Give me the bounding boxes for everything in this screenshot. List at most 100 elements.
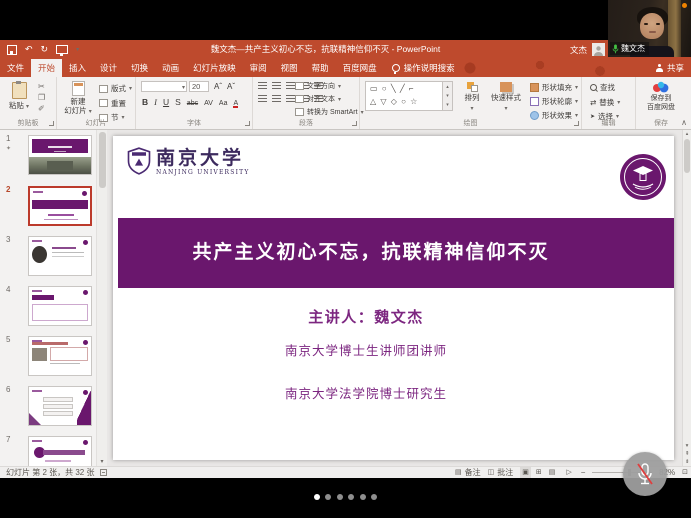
- slide-thumbnail-6[interactable]: [28, 386, 92, 426]
- slide-scrollbar-thumb[interactable]: [684, 139, 690, 173]
- tab-slideshow[interactable]: 幻灯片放映: [186, 59, 243, 77]
- page-dot[interactable]: [337, 494, 343, 500]
- slideshow-view-icon[interactable]: ▷: [564, 467, 573, 478]
- previous-slide-icon[interactable]: ⇞: [685, 451, 690, 457]
- webcam-video[interactable]: 魏文杰: [608, 0, 691, 57]
- clipboard-dialog-launcher-icon[interactable]: [49, 121, 54, 126]
- slide-thumbnail-1[interactable]: [28, 135, 92, 175]
- thumbnail-scrollbar-thumb[interactable]: [99, 132, 106, 188]
- copy-icon[interactable]: ❐: [38, 94, 45, 102]
- next-slide-icon[interactable]: ⇟: [685, 459, 690, 465]
- slide-affiliation-1[interactable]: 南京大学博士生讲师团讲师: [113, 340, 619, 359]
- font-name-combobox[interactable]: ▾: [141, 81, 187, 92]
- shapes-more-icon[interactable]: ▾: [446, 102, 449, 108]
- tab-review[interactable]: 审阅: [243, 59, 274, 77]
- tab-home[interactable]: 开始: [31, 59, 62, 77]
- tab-baidu-netdisk[interactable]: 百度网盘: [336, 59, 384, 77]
- font-size-combobox[interactable]: 20: [189, 81, 209, 92]
- thumbnail-scrollbar[interactable]: ▾: [96, 130, 107, 466]
- strikethrough-button[interactable]: abc: [187, 100, 198, 107]
- tab-transitions[interactable]: 切换: [124, 59, 155, 77]
- slide-sorter-view-icon[interactable]: ⊞: [534, 467, 544, 478]
- quick-styles-button[interactable]: 快速样式 ▾: [488, 82, 524, 114]
- shrink-font-button[interactable]: Aˇ: [227, 82, 235, 91]
- format-painter-icon[interactable]: ✐: [38, 105, 45, 113]
- tab-file[interactable]: 文件: [0, 59, 31, 77]
- replace-button[interactable]: ⇄替换▾: [590, 97, 620, 108]
- font-dialog-launcher-icon[interactable]: [245, 121, 250, 126]
- numbering-icon[interactable]: [272, 82, 281, 89]
- align-text-button[interactable]: 对齐文本▾: [295, 94, 364, 104]
- page-dot[interactable]: [360, 494, 366, 500]
- zoom-out-icon[interactable]: −: [581, 467, 586, 478]
- find-button[interactable]: 查找: [590, 82, 620, 93]
- tab-design[interactable]: 设计: [93, 59, 124, 77]
- meeting-mic-muted-button[interactable]: [623, 452, 667, 496]
- align-right-icon[interactable]: [286, 95, 295, 102]
- scroll-up-icon[interactable]: ▴: [683, 131, 691, 137]
- slide-scrollbar[interactable]: ▴ ▾ ⇞ ⇟: [682, 130, 691, 466]
- redo-icon[interactable]: ↻: [41, 40, 49, 59]
- comments-button[interactable]: ◫批注: [488, 467, 514, 478]
- drawing-dialog-launcher-icon[interactable]: [574, 121, 579, 126]
- account-avatar[interactable]: [592, 43, 605, 56]
- slide-thumbnail-5[interactable]: [28, 336, 92, 376]
- shapes-gallery-scrollbar[interactable]: ▴ ▾ ▾: [442, 82, 452, 110]
- bullets-icon[interactable]: [258, 82, 267, 89]
- align-center-icon[interactable]: [272, 95, 281, 102]
- slide-title[interactable]: 共产主义初心不忘，抗联精神信仰不灭: [118, 218, 624, 288]
- decrease-indent-icon[interactable]: [286, 82, 295, 89]
- fit-to-window-icon[interactable]: ⊡: [682, 467, 688, 478]
- account-name[interactable]: 文杰: [570, 44, 587, 56]
- shapes-gallery[interactable]: ▭ ○ ╲ ╱ ⌐ △ ▽ ◇ ○ ☆ ▴ ▾ ▾: [365, 81, 453, 111]
- slide-thumbnail-2-selected[interactable]: [28, 186, 92, 226]
- layout-button[interactable]: 版式▾: [99, 83, 132, 94]
- thumbnail-scroll-down-icon[interactable]: ▾: [97, 458, 107, 465]
- arrange-button[interactable]: 排列 ▾: [459, 82, 485, 114]
- shape-fill-button[interactable]: 形状填充▾: [530, 82, 578, 93]
- smartart-button[interactable]: 转换为 SmartArt▾: [295, 107, 364, 117]
- text-shadow-button[interactable]: S: [175, 97, 181, 107]
- page-dot-active[interactable]: [314, 494, 320, 500]
- paste-dropdown-icon[interactable]: ▾: [26, 104, 29, 110]
- notes-button[interactable]: ▤备注: [455, 467, 481, 478]
- slide-presenter[interactable]: 主讲人：魏文杰: [113, 306, 619, 327]
- italic-button[interactable]: I: [154, 97, 157, 107]
- tell-me-search[interactable]: 操作说明搜索: [392, 59, 455, 77]
- page-dot[interactable]: [348, 494, 354, 500]
- shape-outline-button[interactable]: 形状轮廓▾: [530, 96, 578, 107]
- save-to-baidu-button[interactable]: 保存到 百度网盘: [636, 81, 686, 112]
- tab-help[interactable]: 帮助: [305, 59, 336, 77]
- proofing-status-icon[interactable]: [100, 469, 107, 476]
- shapes-scroll-up-icon[interactable]: ▴: [446, 84, 449, 90]
- slide-thumbnail-7[interactable]: [28, 436, 92, 466]
- collapse-ribbon-icon[interactable]: ∧: [681, 118, 687, 127]
- slide-canvas[interactable]: 南京大学 NANJING UNIVERSITY 共产主义初心不忘，抗联精神信仰不…: [113, 136, 674, 460]
- share-button[interactable]: 共享: [656, 59, 684, 77]
- align-left-icon[interactable]: [258, 95, 267, 102]
- page-dot[interactable]: [371, 494, 377, 500]
- new-slide-button[interactable]: 新建 幻灯片 ▾: [61, 81, 95, 117]
- start-slideshow-icon[interactable]: [56, 45, 68, 54]
- slide-title-banner[interactable]: 共产主义初心不忘，抗联精神信仰不灭: [118, 218, 674, 288]
- paste-button[interactable]: 粘贴 ▾: [5, 82, 33, 111]
- shapes-scroll-down-icon[interactable]: ▾: [446, 93, 449, 99]
- tab-animations[interactable]: 动画: [155, 59, 186, 77]
- paragraph-dialog-launcher-icon[interactable]: [352, 121, 357, 126]
- bold-button[interactable]: B: [142, 97, 148, 107]
- scroll-down-icon[interactable]: ▾: [686, 443, 689, 449]
- reset-button[interactable]: 重置: [99, 98, 132, 109]
- tab-insert[interactable]: 插入: [62, 59, 93, 77]
- reading-view-icon[interactable]: ▤: [547, 467, 558, 478]
- slide-thumbnail-3[interactable]: [28, 236, 92, 276]
- cut-icon[interactable]: ✂: [38, 83, 45, 91]
- character-spacing-button[interactable]: AV: [204, 100, 213, 107]
- undo-icon[interactable]: ↶: [25, 40, 33, 59]
- slide-thumbnail-4[interactable]: [28, 286, 92, 326]
- font-color-button[interactable]: A: [233, 100, 238, 107]
- tab-view[interactable]: 视图: [274, 59, 305, 77]
- customize-qat-dropdown-icon[interactable]: ▾: [76, 46, 79, 53]
- grow-font-button[interactable]: Aˆ: [214, 82, 222, 91]
- page-dot[interactable]: [325, 494, 331, 500]
- change-case-button[interactable]: Aa: [219, 100, 228, 107]
